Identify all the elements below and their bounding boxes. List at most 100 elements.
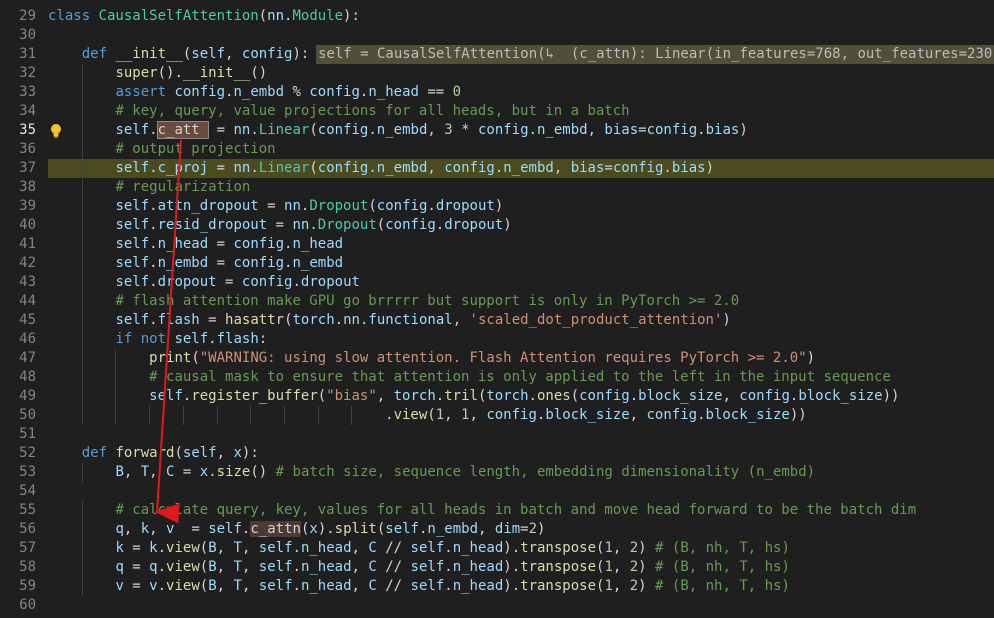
code-token: ) <box>739 122 748 138</box>
code-text: class CausalSelfAttention(nn.Module): <box>48 7 360 26</box>
code-token: 2 <box>528 521 538 537</box>
code-token: config <box>612 160 664 176</box>
code-line[interactable]: 33 assert config.n_embd % config.n_head … <box>0 83 994 102</box>
code-token: , <box>123 464 141 480</box>
code-token: . <box>208 331 217 347</box>
code-token: Linear <box>258 122 310 138</box>
code-line[interactable]: 38 # regularization <box>0 178 994 197</box>
code-token: torch <box>486 388 529 404</box>
code-line[interactable]: 36 # output projection <box>0 140 994 159</box>
code-token: . <box>208 464 217 480</box>
code-token: config <box>739 388 790 404</box>
code-line[interactable]: 32 super().__init__() <box>0 64 994 83</box>
code-line[interactable]: 44 # flash attention make GPU go brrrrr … <box>0 292 994 311</box>
code-token: . <box>334 312 344 328</box>
code-token: . <box>149 198 158 214</box>
code-line[interactable]: 51 <box>0 425 994 444</box>
code-token: . <box>368 160 377 176</box>
code-line[interactable]: 35 self.c_att = nn.Linear(config.n_embd,… <box>0 121 994 140</box>
code-line[interactable]: 59 v = v.view(B, T, self.n_head, C // se… <box>0 577 994 596</box>
code-token: = <box>174 464 200 480</box>
code-token: q <box>149 559 158 575</box>
code-token: . <box>292 274 301 290</box>
line-background <box>48 26 994 45</box>
code-line[interactable]: 49 self.register_buffer("bias", torch.tr… <box>0 387 994 406</box>
code-token: self <box>149 388 183 404</box>
code-token: self <box>258 578 293 594</box>
code-token: , <box>241 578 259 594</box>
code-line[interactable]: 60 <box>0 596 994 615</box>
lightbulb-icon[interactable] <box>49 123 63 138</box>
line-number: 41 <box>19 236 36 252</box>
code-line[interactable]: 46 if not self.flash: <box>0 330 994 349</box>
code-token: = <box>258 198 285 214</box>
code-token: self <box>410 578 445 594</box>
code-token: self <box>385 521 419 537</box>
code-token: ): <box>343 8 360 24</box>
code-line[interactable]: 56 q, k, v = self.c_attn(x).split(self.n… <box>0 520 994 539</box>
code-line[interactable]: 48 # causal mask to ensure that attentio… <box>0 368 994 387</box>
code-line[interactable]: 58 q = q.view(B, T, self.n_head, C // se… <box>0 558 994 577</box>
code-token: T <box>233 578 242 594</box>
code-line[interactable]: 50 .view(1, 1, config.block_size, config… <box>0 406 994 425</box>
code-token: , <box>478 521 495 537</box>
debug-inline-value[interactable]: self = CausalSelfAttention(↳ (c_attn): L… <box>316 45 994 64</box>
code-line[interactable]: 41 self.n_head = config.n_head <box>0 235 994 254</box>
code-token: bias <box>705 122 740 138</box>
code-line[interactable]: 30 <box>0 26 994 45</box>
code-token: __init__ <box>115 46 183 62</box>
code-token: c_proj <box>157 160 209 176</box>
line-number: 49 <box>19 388 36 404</box>
code-token: 3 <box>444 122 453 138</box>
line-number: 33 <box>19 84 36 100</box>
code-line[interactable]: 43 self.dropout = config.dropout <box>0 273 994 292</box>
code-token: nn <box>267 8 285 24</box>
code-token: = <box>123 559 150 575</box>
code-token: )) <box>789 407 807 423</box>
code-line[interactable]: 39 self.attn_dropout = nn.Dropout(config… <box>0 197 994 216</box>
code-token: x <box>309 521 318 537</box>
code-token: forward <box>115 445 175 461</box>
code-token: // <box>376 540 411 556</box>
code-token: ( <box>199 559 209 575</box>
code-token: def <box>81 46 116 62</box>
code-line[interactable]: 40 self.resid_dropout = nn.Dropout(confi… <box>0 216 994 235</box>
code-token: # calculate query, key, values for all h… <box>115 502 917 518</box>
code-token: = <box>520 521 529 537</box>
line-number: 59 <box>19 578 36 594</box>
code-token: self <box>115 236 150 252</box>
code-line[interactable]: 45 self.flash = hasattr(torch.nn.functio… <box>0 311 994 330</box>
code-line[interactable]: 31 def __init__(self, config): self = Ca… <box>0 45 994 64</box>
code-token: # (B, nh, T, hs) <box>655 578 790 594</box>
code-token: view <box>166 540 200 556</box>
code-line[interactable]: 37 self.c_proj = nn.Linear(config.n_embd… <box>0 159 994 178</box>
code-token: 'scaled_dot_product_attention' <box>469 312 723 328</box>
code-line[interactable]: 34 # key, query, value projections for a… <box>0 102 994 121</box>
code-token: ( <box>570 388 580 404</box>
code-text: if not self.flash: <box>48 330 267 349</box>
code-token: n_head <box>300 559 352 575</box>
code-line[interactable]: 29 class CausalSelfAttention(nn.Module): <box>0 7 994 26</box>
code-editor[interactable]: 29 class CausalSelfAttention(nn.Module): 3… <box>0 0 994 618</box>
code-token: ) <box>705 160 715 176</box>
code-token: . <box>149 274 158 290</box>
code-line[interactable]: 47 print("WARNING: using slow attention.… <box>0 349 994 368</box>
code-token: ) <box>806 350 816 366</box>
code-token: , <box>553 160 571 176</box>
code-line[interactable]: 52 def forward(self, x): <box>0 444 994 463</box>
line-number: 53 <box>19 464 36 480</box>
line-number: 30 <box>19 27 36 43</box>
code-token: = <box>604 160 613 176</box>
code-line[interactable]: 42 self.n_embd = config.n_embd <box>0 254 994 273</box>
code-token: C <box>368 540 377 556</box>
code-line[interactable]: 53 B, T, C = x.size() # batch size, sequ… <box>0 463 994 482</box>
line-number: 51 <box>19 426 36 442</box>
code-line[interactable]: 54 <box>0 482 994 501</box>
code-line[interactable]: 55 # calculate query, key, values for al… <box>0 501 994 520</box>
code-token: T <box>233 540 242 556</box>
code-line[interactable]: 57 k = k.view(B, T, self.n_head, C // se… <box>0 539 994 558</box>
